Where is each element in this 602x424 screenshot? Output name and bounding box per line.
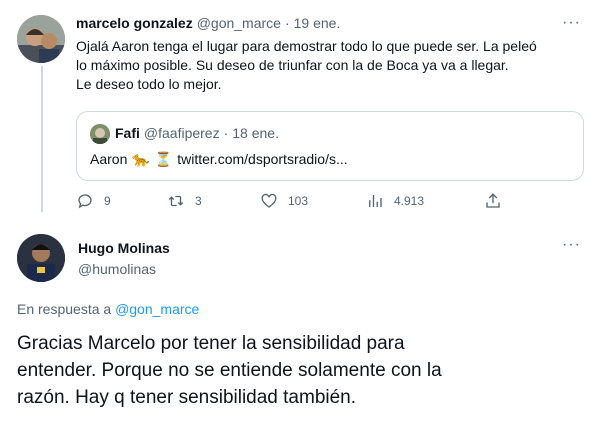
tweet-text-line: razón. Hay q tener sensibilidad también.	[17, 387, 357, 408]
retweet-count: 3	[195, 194, 202, 208]
author-name[interactable]: Hugo Molinas	[78, 240, 170, 256]
author-handle[interactable]: @gon_marce	[197, 15, 281, 31]
retweet-button[interactable]: 3	[167, 192, 202, 210]
quoted-author-name[interactable]: Fafi	[115, 125, 140, 141]
quoted-text-prefix: Aaron	[90, 151, 128, 167]
avatar-photo-icon	[17, 15, 65, 63]
avatar-hugo[interactable]	[17, 234, 65, 282]
reply-to-handle[interactable]: @gon_marce	[115, 301, 199, 317]
tweet-date[interactable]: 19 ene.	[294, 15, 341, 31]
share-icon	[486, 193, 500, 208]
tiger-emoji-icon: 🐆	[132, 151, 150, 167]
more-options-icon[interactable]: ···	[562, 14, 581, 32]
share-button[interactable]	[484, 192, 502, 210]
separator-dot: ·	[284, 15, 290, 31]
thread-line	[41, 66, 43, 212]
more-options-icon[interactable]: ···	[562, 236, 581, 254]
author-name[interactable]: marcelo gonzalez	[76, 15, 193, 31]
tweet-text-line: entender. Porque no se entiende solament…	[17, 360, 442, 381]
tweet-text-line: lo máximo posible. Su deseo de triunfar …	[76, 57, 509, 73]
author-handle[interactable]: @humolinas	[78, 261, 156, 277]
quoted-tweet[interactable]: Fafi @faafiperez · 18 ene. Aaron 🐆 ⏳ twi…	[76, 111, 584, 181]
retweet-icon	[168, 195, 184, 207]
tweet-text-line: Le deseo todo lo mejor.	[76, 76, 222, 92]
hourglass-emoji-icon: ⏳	[154, 151, 173, 167]
reply-context: En respuesta a @gon_marce	[17, 301, 199, 317]
reply-context-label: En respuesta a	[17, 301, 112, 317]
separator-dot: ·	[223, 125, 229, 141]
like-count: 103	[288, 194, 309, 208]
views-count: 4.913	[394, 194, 425, 208]
reply-icon	[78, 194, 92, 209]
tweet-text: Ojalá Aaron tenga el lugar para demostra…	[76, 37, 586, 94]
tweet-text: Gracias Marcelo por tener la sensibilida…	[17, 330, 592, 411]
tweet-text-line: Gracias Marcelo por tener la sensibilida…	[17, 333, 405, 354]
reply-count: 9	[104, 194, 111, 208]
views-button[interactable]: 4.913	[366, 192, 424, 210]
avatar-photo-icon	[17, 234, 65, 282]
like-button[interactable]: 103	[260, 192, 308, 210]
quoted-tweet-date[interactable]: 18 ene.	[232, 125, 279, 141]
quoted-tweet-text: Aaron 🐆 ⏳ twitter.com/dsportsradio/s...	[90, 150, 348, 169]
tweet-text-line: Ojalá Aaron tenga el lugar para demostra…	[76, 38, 537, 54]
reply-button[interactable]: 9	[76, 192, 111, 210]
heart-icon	[261, 193, 277, 208]
views-chart-icon	[369, 195, 382, 207]
quoted-link[interactable]: twitter.com/dsportsradio/s...	[177, 150, 347, 169]
avatar-marcelo[interactable]	[17, 15, 65, 63]
avatar-photo-icon	[90, 124, 110, 144]
avatar-fafi[interactable]	[90, 124, 110, 144]
quoted-author-handle[interactable]: @faafiperez	[144, 125, 220, 141]
